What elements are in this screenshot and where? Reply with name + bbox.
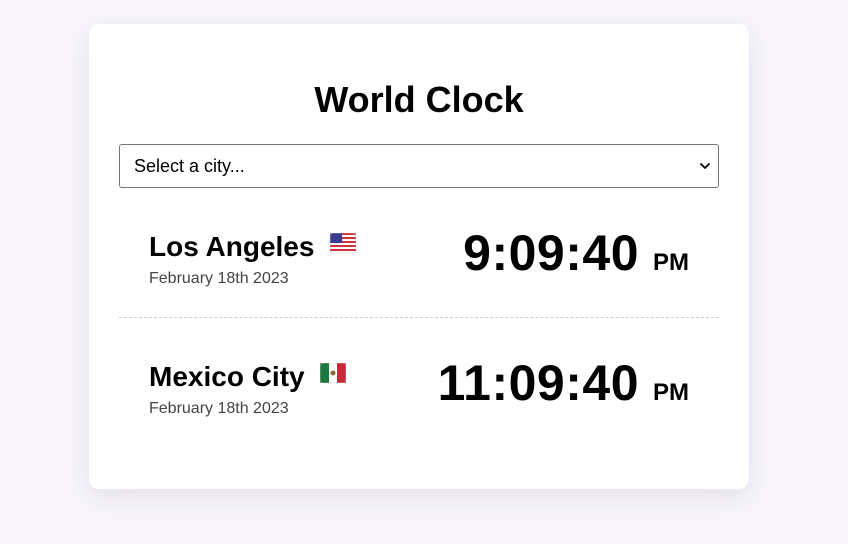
clock-period: PM: [653, 249, 689, 276]
city-date: February 18th 2023: [149, 400, 289, 417]
clock-row: Los Angeles February 18th 2023 9:09:40 P…: [119, 188, 719, 318]
world-clock-card: World Clock Select a city... Los Angeles: [89, 24, 749, 489]
time-display: 11:09:40 PM: [438, 354, 689, 412]
clock-time: 11:09:40: [437, 355, 639, 411]
city-date: February 18th 2023: [149, 270, 289, 287]
clock-time: 9:09:40: [463, 225, 639, 281]
city-select-value: Select a city...: [134, 155, 245, 176]
city-name: Los Angeles: [149, 228, 357, 263]
city-info: Los Angeles February 18th 2023: [149, 228, 357, 289]
city-name: Mexico City: [149, 358, 347, 393]
clock-row: Mexico City February 18th 2023 11:09:40 …: [119, 318, 719, 448]
page-title: World Clock: [314, 79, 524, 120]
city-select[interactable]: Select a city...: [119, 144, 719, 188]
chevron-down-icon: [700, 161, 710, 171]
mexico-flag-icon: [320, 358, 347, 390]
time-display: 9:09:40 PM: [463, 224, 689, 282]
city-info: Mexico City February 18th 2023: [149, 358, 347, 419]
clock-period: PM: [653, 379, 689, 406]
us-flag-icon: [329, 228, 357, 260]
